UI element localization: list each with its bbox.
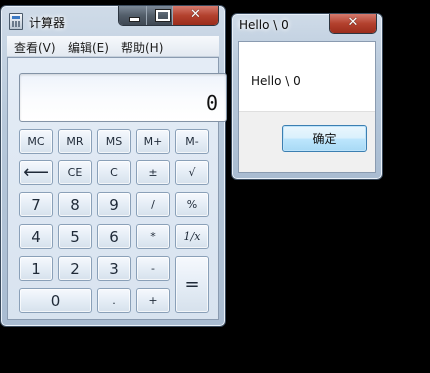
calculator-window: 计算器 ✕ 查看(V) 编辑(E) 帮助(H) 0 MC MR MS M+ M-… — [0, 5, 227, 327]
display: 0 — [19, 73, 227, 122]
calculator-title: 计算器 — [29, 16, 66, 30]
key-9[interactable]: 9 — [97, 192, 131, 217]
minimize-icon — [129, 17, 140, 22]
close-button[interactable]: ✕ — [172, 6, 218, 25]
key-4[interactable]: 4 — [19, 224, 53, 249]
key-decimal[interactable]: . — [97, 288, 131, 313]
key-reciprocal[interactable]: 1/x — [175, 224, 209, 249]
key-divide[interactable]: / — [136, 192, 170, 217]
dialog-footer: 确定 — [239, 111, 375, 172]
close-icon: ✕ — [190, 7, 201, 22]
calculator-titlebar[interactable]: 计算器 ✕ — [1, 6, 225, 34]
menu-view[interactable]: 查看(V) — [14, 39, 56, 56]
key-equals[interactable]: = — [175, 256, 209, 313]
key-backspace[interactable]: ⟵ — [19, 160, 53, 185]
calculator-app-icon — [9, 13, 23, 30]
key-m-minus[interactable]: M- — [175, 129, 209, 154]
close-icon: ✕ — [347, 15, 359, 30]
menu-edit[interactable]: 编辑(E) — [68, 39, 109, 56]
key-ms[interactable]: MS — [97, 129, 131, 154]
window-controls: ✕ — [118, 6, 219, 26]
key-7[interactable]: 7 — [19, 192, 53, 217]
key-plus-minus[interactable]: ± — [136, 160, 170, 185]
key-subtract[interactable]: - — [136, 256, 170, 281]
dialog-title: Hello \ 0 — [239, 18, 289, 32]
calculator-body: 0 MC MR MS M+ M- ⟵ CE C ± √ 7 8 9 / % 4 … — [7, 57, 227, 320]
key-6[interactable]: 6 — [97, 224, 131, 249]
display-value: 0 — [205, 91, 218, 115]
key-3[interactable]: 3 — [97, 256, 131, 281]
key-add[interactable]: + — [136, 288, 170, 313]
key-5[interactable]: 5 — [58, 224, 92, 249]
key-m-plus[interactable]: M+ — [136, 129, 170, 154]
minimize-button[interactable] — [119, 6, 146, 25]
key-sqrt[interactable]: √ — [175, 160, 209, 185]
dialog-controls: ✕ — [329, 14, 377, 34]
key-mc[interactable]: MC — [19, 129, 53, 154]
ok-button[interactable]: 确定 — [282, 125, 367, 152]
key-1[interactable]: 1 — [19, 256, 53, 281]
menu-bar: 查看(V) 编辑(E) 帮助(H) — [7, 36, 219, 57]
maximize-icon — [155, 9, 171, 22]
menu-help[interactable]: 帮助(H) — [121, 39, 163, 56]
key-8[interactable]: 8 — [58, 192, 92, 217]
maximize-button[interactable] — [146, 6, 172, 25]
dialog-content: Hello \ 0 确定 — [238, 41, 376, 173]
key-percent[interactable]: % — [175, 192, 209, 217]
key-c[interactable]: C — [97, 160, 131, 185]
key-2[interactable]: 2 — [58, 256, 92, 281]
key-ce[interactable]: CE — [58, 160, 92, 185]
key-mr[interactable]: MR — [58, 129, 92, 154]
key-0[interactable]: 0 — [19, 288, 92, 313]
dialog-message: Hello \ 0 — [251, 74, 301, 88]
dialog-close-button[interactable]: ✕ — [330, 14, 376, 33]
key-multiply[interactable]: * — [136, 224, 170, 249]
message-dialog: Hello \ 0 ✕ Hello \ 0 确定 — [231, 13, 383, 180]
